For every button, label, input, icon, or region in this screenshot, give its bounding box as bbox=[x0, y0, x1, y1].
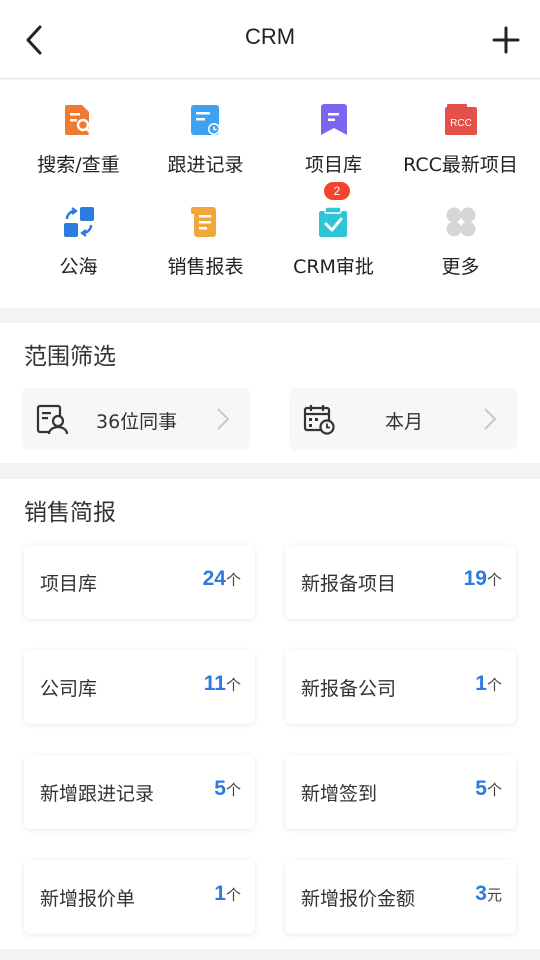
public-sea-icon bbox=[63, 207, 94, 237]
range-filter-section: 范围筛选 36位同事 本月 bbox=[0, 323, 540, 463]
stat-unit: 个 bbox=[486, 571, 502, 589]
stat-card-new-reported-projects[interactable]: 新报备项目 19个 bbox=[285, 545, 516, 619]
page-title: CRM bbox=[244, 24, 296, 49]
sales-briefing-section: 销售简报 项目库 24个 新报备项目 19个 公司库 11个 新报备公司 1个 … bbox=[0, 479, 540, 949]
function-grid: 搜索/查重 跟进记录 项目库 RCC RCC最新项目 公海 销售报表 2 CRM… bbox=[0, 80, 540, 308]
stat-label: 项目库 bbox=[40, 573, 98, 595]
stat-number: 1 bbox=[214, 882, 226, 905]
stat-value: 1个 bbox=[214, 882, 241, 906]
grid-item-crm-approval[interactable]: 2 CRM审批 bbox=[266, 182, 401, 278]
stat-number: 5 bbox=[214, 777, 226, 800]
stat-number: 1 bbox=[475, 672, 487, 695]
stat-label: 新增报价金额 bbox=[301, 888, 416, 910]
stat-number: 5 bbox=[475, 777, 487, 800]
more-icon bbox=[446, 207, 475, 237]
grid-item-search[interactable]: 搜索/查重 bbox=[11, 80, 146, 176]
approval-count-badge: 2 bbox=[324, 182, 350, 200]
stat-unit: 个 bbox=[486, 781, 502, 799]
rcc-icon-text: RCC bbox=[450, 118, 472, 129]
grid-label: 更多 bbox=[441, 256, 480, 278]
stat-card-new-quote-amount[interactable]: 新增报价金额 3元 bbox=[285, 860, 516, 934]
colleague-filter-label: 36位同事 bbox=[96, 411, 178, 433]
grid-item-more[interactable]: 更多 bbox=[393, 182, 528, 278]
stat-number: 24 bbox=[202, 567, 226, 590]
add-button[interactable] bbox=[488, 22, 524, 58]
stat-value: 5个 bbox=[214, 777, 241, 801]
stat-number: 11 bbox=[203, 672, 226, 695]
stat-card-new-check-ins[interactable]: 新增签到 5个 bbox=[285, 755, 516, 829]
plus-icon bbox=[492, 26, 520, 54]
stat-number: 3 bbox=[475, 882, 487, 905]
stat-unit: 个 bbox=[486, 676, 502, 694]
stat-card-company-library[interactable]: 公司库 11个 bbox=[24, 650, 255, 724]
bookmark-icon bbox=[320, 104, 347, 135]
stat-unit: 元 bbox=[486, 886, 502, 904]
sales-report-icon bbox=[190, 207, 216, 237]
period-filter-label: 本月 bbox=[385, 411, 424, 433]
stat-unit: 个 bbox=[225, 886, 241, 904]
calendar-clock-icon bbox=[303, 405, 335, 435]
colleague-filter[interactable]: 36位同事 bbox=[22, 388, 250, 450]
chevron-right-icon bbox=[217, 408, 230, 430]
stat-label: 新报备项目 bbox=[301, 573, 397, 595]
stat-label: 新增报价单 bbox=[40, 888, 136, 910]
stat-unit: 个 bbox=[225, 571, 241, 589]
grid-item-public-sea[interactable]: 公海 bbox=[11, 182, 146, 278]
stat-value: 1个 bbox=[475, 672, 502, 696]
section-title: 范围筛选 bbox=[24, 344, 116, 370]
stat-label: 新增签到 bbox=[301, 783, 378, 805]
section-title: 销售简报 bbox=[24, 500, 116, 526]
stat-label: 新增跟进记录 bbox=[40, 783, 155, 805]
rcc-icon: RCC bbox=[444, 104, 477, 135]
stat-value: 24个 bbox=[203, 567, 241, 591]
grid-item-sales-report[interactable]: 销售报表 bbox=[138, 182, 273, 278]
stat-label: 新报备公司 bbox=[301, 678, 397, 700]
grid-item-project-library[interactable]: 项目库 bbox=[266, 80, 401, 176]
stat-value: 11个 bbox=[204, 672, 241, 696]
chevron-right-icon bbox=[484, 408, 497, 430]
stat-card-project-library[interactable]: 项目库 24个 bbox=[24, 545, 255, 619]
period-filter[interactable]: 本月 bbox=[289, 388, 517, 450]
grid-label: RCC最新项目 bbox=[403, 154, 518, 176]
stat-card-new-reported-companies[interactable]: 新报备公司 1个 bbox=[285, 650, 516, 724]
stat-unit: 个 bbox=[225, 676, 241, 694]
follow-record-icon bbox=[190, 105, 220, 135]
grid-item-rcc-projects[interactable]: RCC RCC最新项目 bbox=[393, 80, 528, 176]
stat-number: 19 bbox=[463, 567, 487, 590]
approval-icon bbox=[318, 206, 347, 237]
grid-item-follow-record[interactable]: 跟进记录 bbox=[138, 80, 273, 176]
stat-card-new-follow-records[interactable]: 新增跟进记录 5个 bbox=[24, 755, 255, 829]
stat-value: 5个 bbox=[475, 777, 502, 801]
top-nav-bar: CRM bbox=[0, 0, 540, 79]
search-doc-icon bbox=[64, 105, 92, 135]
stat-label: 公司库 bbox=[40, 678, 98, 700]
contacts-icon bbox=[36, 404, 68, 435]
stat-value: 3元 bbox=[475, 882, 502, 906]
stat-value: 19个 bbox=[464, 567, 502, 591]
stat-card-new-quotes[interactable]: 新增报价单 1个 bbox=[24, 860, 255, 934]
stat-unit: 个 bbox=[225, 781, 241, 799]
